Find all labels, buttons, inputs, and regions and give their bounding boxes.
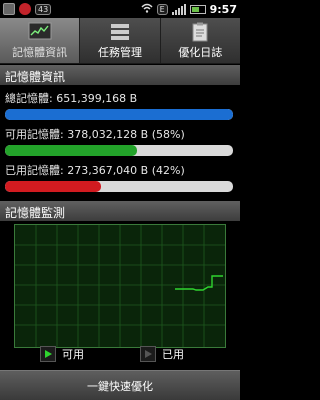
memory-monitor-header: 記憶體監測	[0, 201, 240, 221]
available-memory-block: 可用記憶體: 378,032,128 B (58%)	[5, 126, 235, 156]
memory-graph-svg	[15, 225, 225, 347]
status-bar-right: E 9:57	[141, 3, 237, 16]
available-legend-icon	[40, 346, 56, 362]
total-memory-fill	[5, 109, 233, 120]
total-memory-block: 總記憶體: 651,399,168 B	[5, 90, 235, 120]
legend-used[interactable]: 已用	[140, 346, 184, 362]
used-memory-bar	[5, 181, 233, 192]
battery-icon	[189, 4, 206, 14]
tab-optimize-log[interactable]: 優化日誌	[160, 18, 240, 63]
used-memory-block: 已用記憶體: 273,367,040 B (42%)	[5, 162, 235, 192]
flame-icon	[19, 3, 31, 15]
legend-available-label: 可用	[62, 348, 84, 361]
sms-count-badge: 43	[35, 3, 52, 15]
total-memory-text: 總記憶體: 651,399,168 B	[5, 92, 138, 105]
tab-task-manager[interactable]: 任務管理	[80, 18, 161, 63]
tab-memory-info-label: 記憶體資訊	[12, 45, 68, 59]
legend-used-label: 已用	[162, 348, 184, 361]
tab-optimize-log-label: 優化日誌	[178, 45, 223, 59]
status-bar: 43 E 9:57	[0, 0, 240, 18]
used-memory-fill	[5, 181, 101, 192]
clock: 9:57	[209, 2, 237, 16]
memory-info-header: 記憶體資訊	[0, 65, 240, 85]
status-bar-left: 43	[3, 3, 52, 15]
tab-memory-info[interactable]: 記憶體資訊	[0, 18, 81, 63]
signal-icon	[171, 3, 186, 15]
tab-bar: 記憶體資訊 任務管理 優化日誌	[0, 18, 240, 64]
one-tap-optimize-button[interactable]: 一鍵快速優化	[0, 370, 240, 400]
photo-icon	[3, 3, 15, 15]
memory-chart-icon	[28, 22, 52, 39]
clipboard-icon	[192, 22, 208, 41]
used-memory-text: 已用記憶體: 273,367,040 B (42%)	[5, 164, 185, 177]
legend-available[interactable]: 可用	[40, 346, 84, 362]
battery-saver-icon: E	[156, 3, 168, 15]
total-memory-bar	[5, 109, 233, 120]
available-memory-bar	[5, 145, 233, 156]
tab-task-manager-label: 任務管理	[97, 45, 142, 59]
task-list-icon	[110, 23, 129, 40]
available-series-line	[175, 275, 223, 291]
available-memory-text: 可用記憶體: 378,032,128 B (58%)	[5, 128, 185, 141]
memory-graph	[14, 224, 226, 348]
used-legend-icon	[140, 346, 156, 362]
available-memory-fill	[5, 145, 138, 156]
wifi-icon	[141, 3, 153, 16]
